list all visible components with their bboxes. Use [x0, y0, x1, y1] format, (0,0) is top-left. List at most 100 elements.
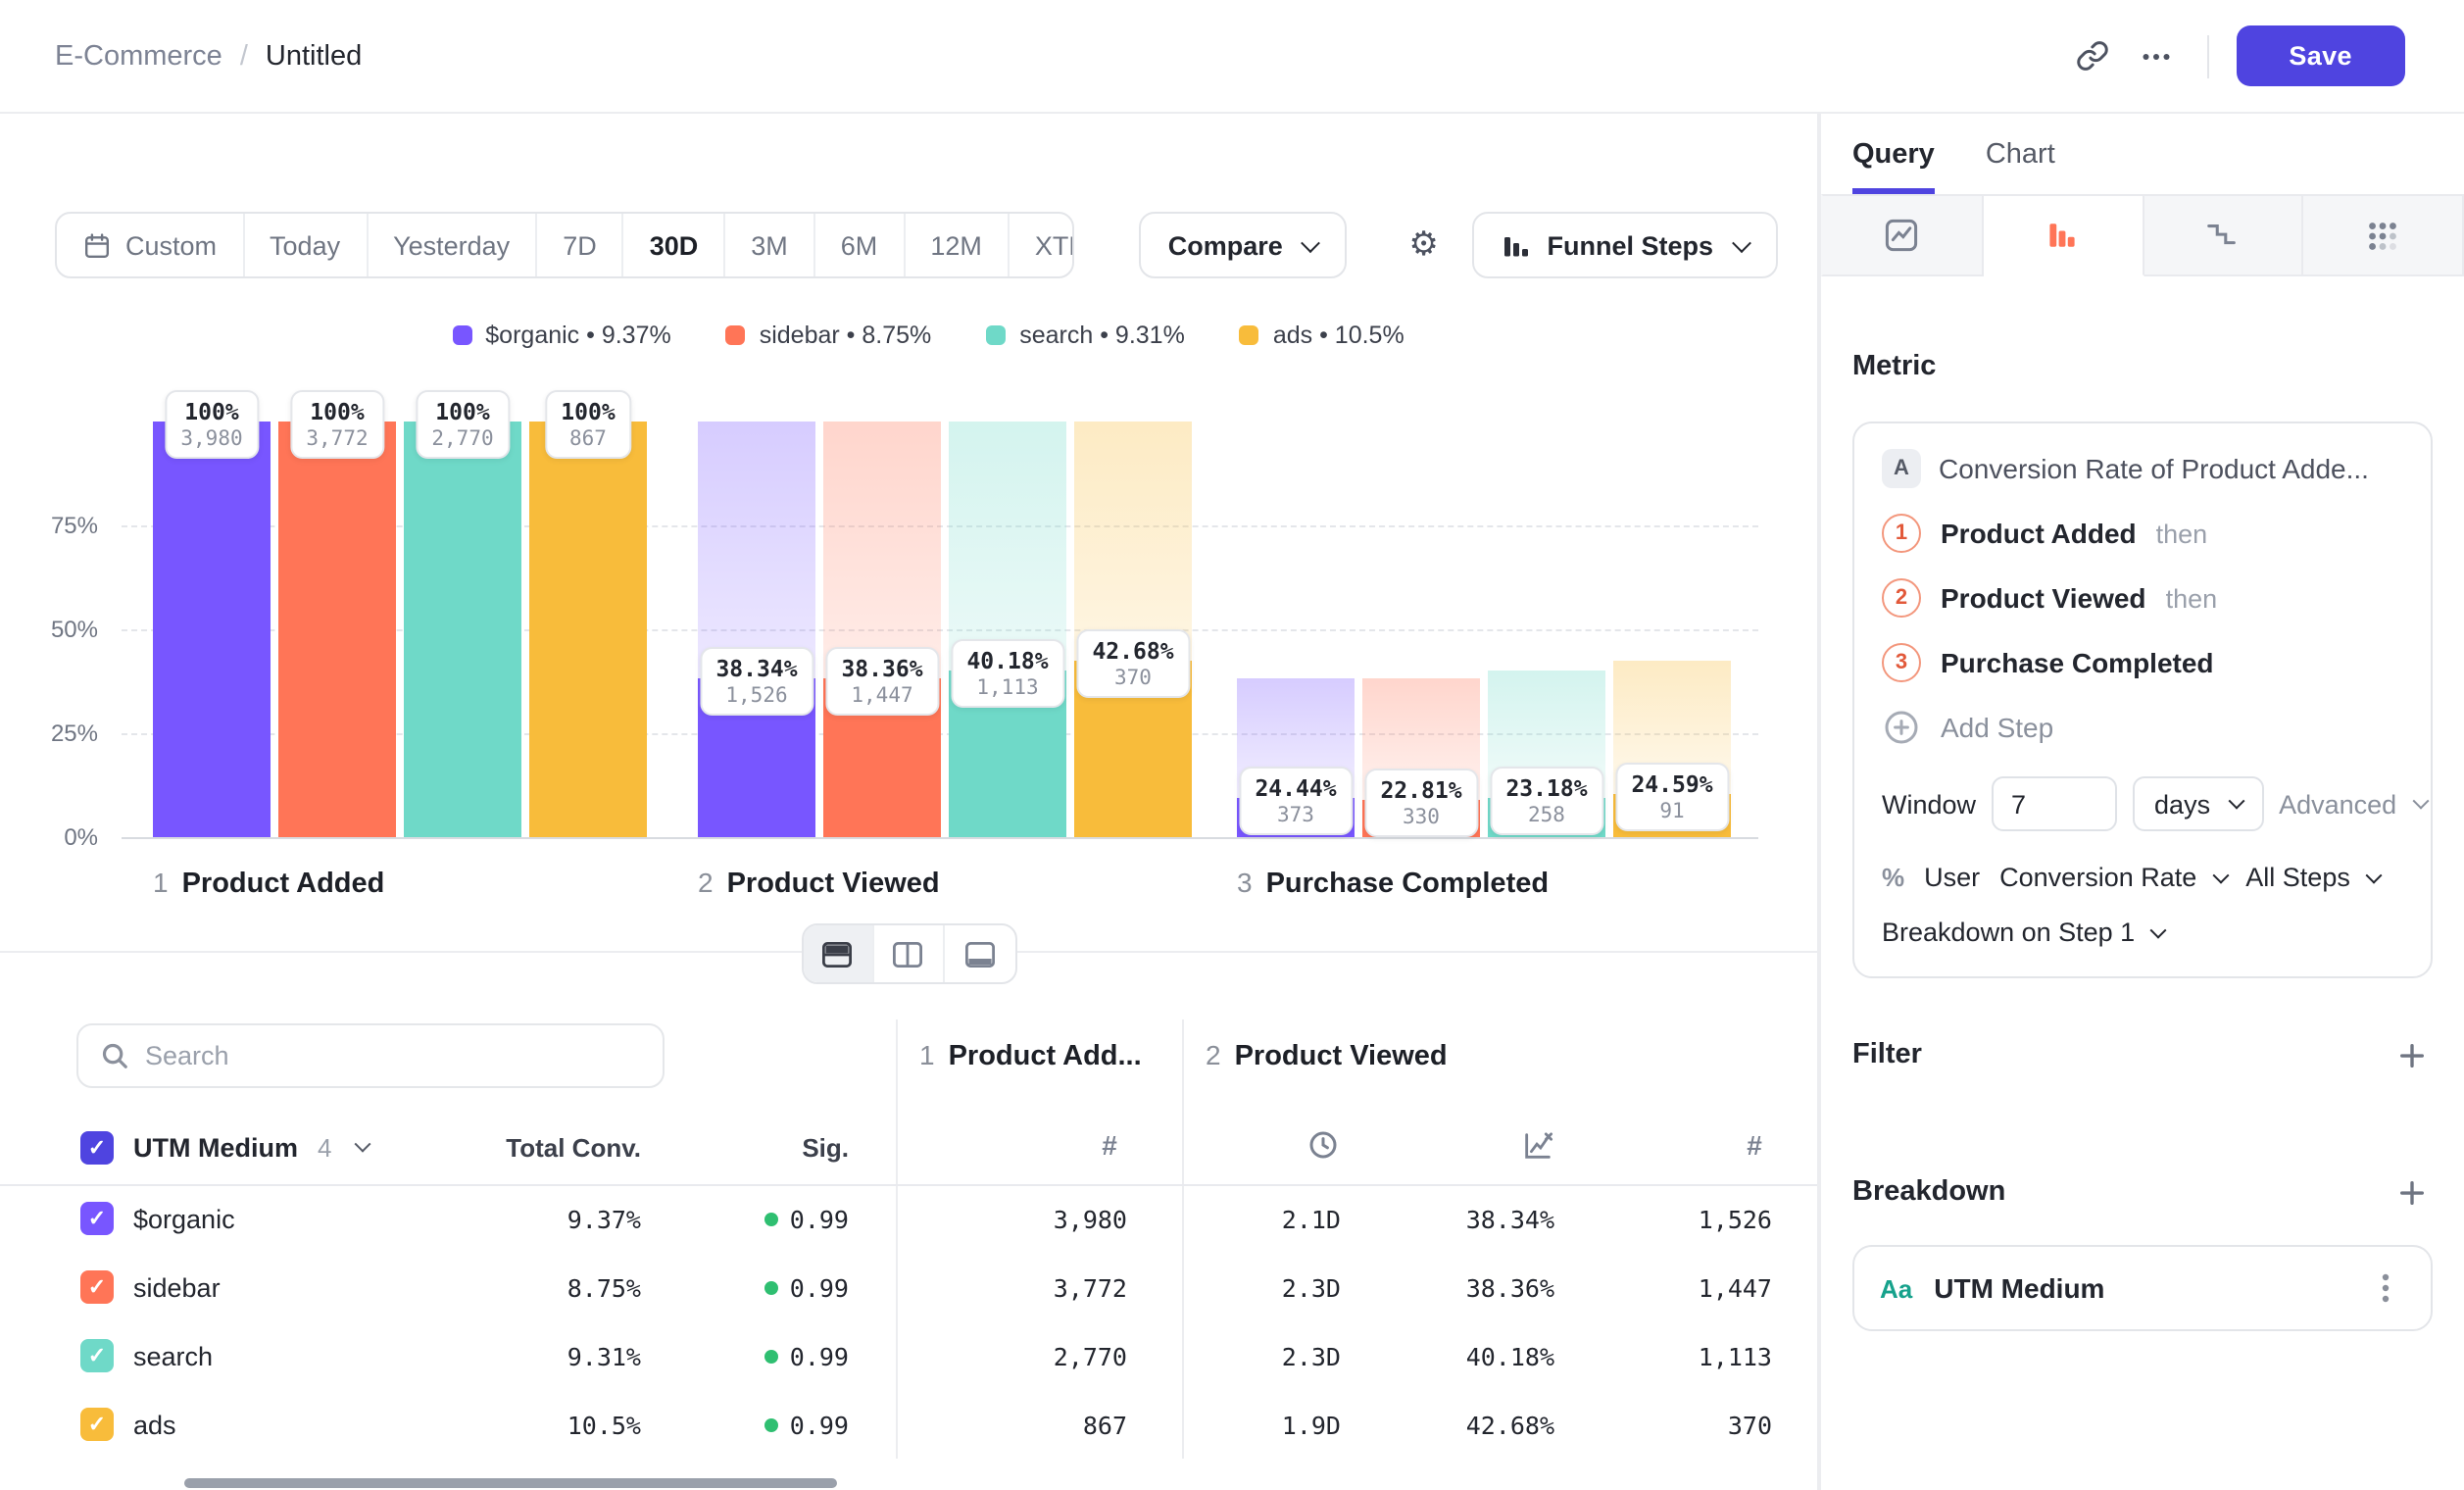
range-button-3m[interactable]: 3M [725, 214, 815, 276]
legend-swatch [726, 325, 746, 345]
advanced-button[interactable]: Advanced [2279, 789, 2426, 819]
legend-item-organic[interactable]: $organic • 9.37% [452, 322, 670, 349]
row-checkbox[interactable]: ✓ [80, 1270, 114, 1304]
entity-label[interactable]: User [1924, 863, 1980, 892]
cell-step1-count: 3,772 [951, 1272, 1127, 1302]
significance-dot [764, 1417, 778, 1431]
breadcrumb-report-name[interactable]: Untitled [266, 40, 362, 72]
range-button-6m[interactable]: 6M [815, 214, 906, 276]
chevron-down-icon [2228, 793, 2244, 810]
breakdown-options-button[interactable] [2366, 1265, 2405, 1312]
bar-product-added-search[interactable] [404, 422, 521, 837]
range-button-custom[interactable]: Custom [57, 214, 244, 276]
chart-settings-button[interactable]: ⚙ [1395, 214, 1454, 276]
breakdown-on-step-dropdown[interactable]: Breakdown on Step 1 [1882, 918, 2164, 947]
legend-item-ads[interactable]: ads • 10.5% [1240, 322, 1404, 349]
metric-header[interactable]: A Conversion Rate of Product Adde... [1882, 449, 2403, 488]
bar-product-added-ads[interactable] [529, 422, 647, 837]
legend-item-sidebar[interactable]: sidebar • 8.75% [726, 322, 932, 349]
cell-sig: 0.99 [672, 1272, 849, 1302]
step-event-name: Purchase Completed [1941, 647, 2214, 678]
significance-dot [764, 1349, 778, 1363]
column-group-step2: 2Product Viewed [1206, 1039, 1448, 1074]
bottom-panel-icon [963, 940, 995, 968]
row-name: search [133, 1341, 213, 1370]
count-column-hash-icon-2[interactable]: # [1737, 1125, 1772, 1165]
metric-step-1[interactable]: 1Product Addedthen [1882, 514, 2403, 553]
viz-funnel-tab[interactable] [1984, 194, 2144, 276]
range-button-7d[interactable]: 7D [537, 214, 624, 276]
y-axis-tick: 75% [0, 512, 98, 539]
breadcrumb-project[interactable]: E-Commerce [55, 40, 222, 72]
ellipsis-icon [2138, 38, 2173, 74]
more-options-button[interactable] [2124, 25, 2187, 87]
share-link-button[interactable] [2061, 25, 2124, 87]
metric-step-3[interactable]: 3Purchase Completed [1882, 643, 2403, 682]
row-checkbox[interactable]: ✓ [80, 1408, 114, 1441]
window-value-input[interactable] [1992, 776, 2117, 831]
measure-dropdown[interactable]: Conversion Rate [1999, 863, 2226, 892]
table-search[interactable] [76, 1023, 665, 1088]
chart-trend-icon [1520, 1128, 1553, 1162]
breakdown-column-header[interactable]: ✓ UTM Medium 4 [80, 1125, 369, 1168]
bar-value-label: 100%867 [545, 390, 630, 459]
visualization-selector[interactable]: Funnel Steps [1472, 212, 1778, 278]
save-button[interactable]: Save [2236, 25, 2405, 86]
layout-split-vertical-button[interactable] [873, 925, 944, 982]
breadcrumb-separator: / [240, 40, 248, 72]
table-row-organic[interactable]: ✓$organic9.37%0.993,9802.1D38.34%1,526 [0, 1184, 1817, 1253]
cell-sig: 0.99 [672, 1341, 849, 1370]
add-filter-button[interactable] [2390, 1033, 2433, 1076]
legend-item-search[interactable]: search • 9.31% [986, 322, 1185, 349]
table-row-sidebar[interactable]: ✓sidebar8.75%0.993,7722.3D38.36%1,447 [0, 1253, 1817, 1321]
tab-query[interactable]: Query [1852, 139, 1935, 194]
row-checkbox[interactable]: ✓ [80, 1202, 114, 1235]
breakdown-item[interactable]: Aa UTM Medium [1852, 1245, 2433, 1331]
add-breakdown-button[interactable] [2390, 1170, 2433, 1214]
layout-split-horizontal-button[interactable] [803, 925, 873, 982]
legend-text: sidebar • 8.75% [760, 322, 932, 349]
bar-product-added-sidebar[interactable] [278, 422, 396, 837]
avg-time-column-icon[interactable] [1306, 1125, 1341, 1165]
range-button-xtd[interactable]: XTD [1010, 214, 1074, 276]
step-index: 2 [1206, 1039, 1221, 1070]
select-all-checkbox[interactable]: ✓ [80, 1130, 114, 1164]
layout-bottom-panel-button[interactable] [944, 925, 1014, 982]
steps-scope-dropdown[interactable]: All Steps [2245, 863, 2380, 892]
viz-insights-tab[interactable] [1821, 194, 1984, 276]
filter-section: Filter [1852, 1033, 2433, 1076]
column-group-step1: 1Product Add... [919, 1039, 1142, 1074]
range-button-today[interactable]: Today [244, 214, 368, 276]
metric-step-2[interactable]: 2Product Viewedthen [1882, 578, 2403, 618]
count-column-hash-icon[interactable]: # [1092, 1125, 1127, 1165]
window-unit-select[interactable]: days [2133, 776, 2263, 831]
sig-column-header[interactable]: Sig. [672, 1133, 849, 1163]
app-window: E-Commerce / Untitled Save CustomTodayYe… [0, 0, 2464, 1490]
funnel-chart: 75% 50% 25% 0% 1Product Added2Product Vi… [0, 369, 1817, 951]
row-checkbox[interactable]: ✓ [80, 1339, 114, 1372]
table-row-ads[interactable]: ✓ads10.5%0.998671.9D42.68%370 [0, 1390, 1817, 1459]
range-button-12m[interactable]: 12M [905, 214, 1010, 276]
compare-label: Compare [1168, 230, 1283, 260]
range-button-yesterday[interactable]: Yesterday [368, 214, 537, 276]
viz-retention-tab[interactable] [2144, 194, 2304, 276]
x-axis-baseline [122, 837, 1758, 839]
gear-icon: ⚙ [1408, 225, 1439, 265]
steps-scope-label: All Steps [2245, 863, 2350, 892]
funnel-bars-icon [1502, 230, 1531, 260]
percent-icon: % [1882, 863, 1904, 892]
search-input[interactable] [145, 1041, 641, 1070]
table-row-search[interactable]: ✓search9.31%0.992,7702.3D40.18%1,113 [0, 1321, 1817, 1390]
cell-step1-count: 2,770 [951, 1341, 1127, 1370]
total-conv-column-header[interactable]: Total Conv. [465, 1133, 641, 1163]
bar-product-added-organic[interactable] [153, 422, 271, 837]
bar-value-label: 100%3,980 [165, 390, 258, 459]
horizontal-scrollbar[interactable] [184, 1478, 837, 1488]
cell-step2-count: 1,113 [1596, 1341, 1772, 1370]
tab-chart[interactable]: Chart [1986, 139, 2055, 194]
conversion-trend-column-icon[interactable] [1519, 1125, 1554, 1165]
viz-flows-tab[interactable] [2304, 194, 2464, 276]
add-step-button[interactable]: Add Step [1882, 708, 2403, 747]
range-button-30d[interactable]: 30D [624, 214, 726, 276]
compare-button[interactable]: Compare [1139, 212, 1348, 278]
